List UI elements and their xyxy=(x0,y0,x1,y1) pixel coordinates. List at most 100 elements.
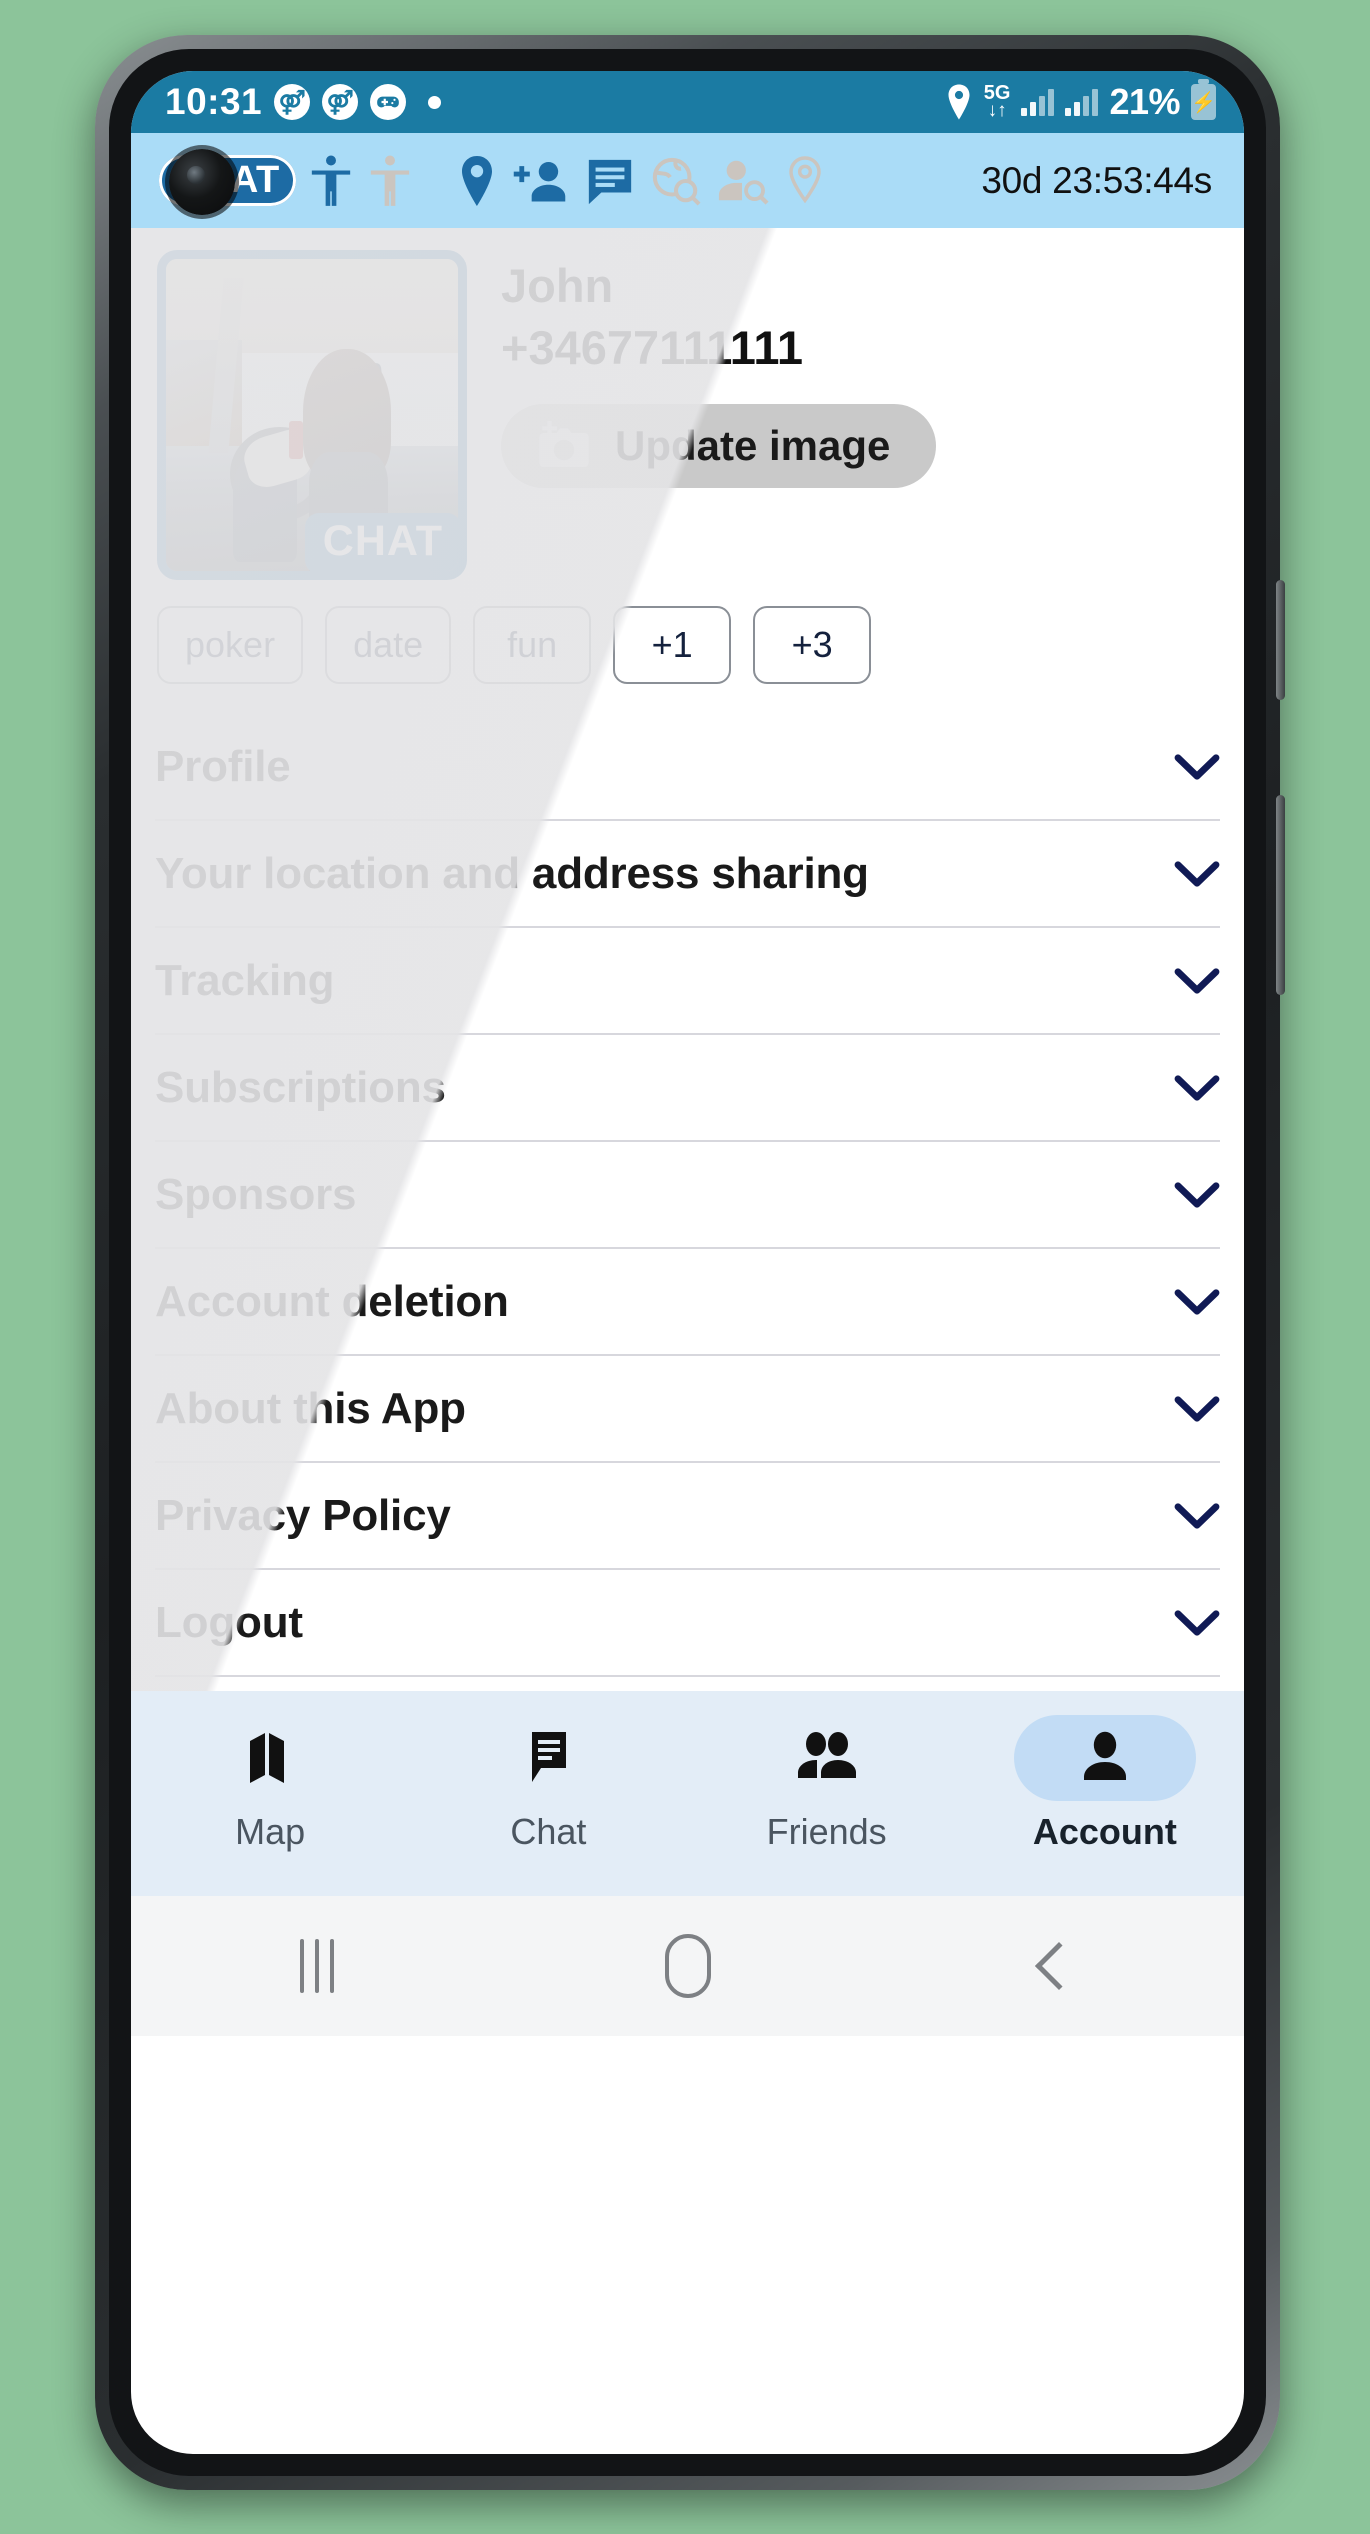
accordion-row-subscriptions[interactable]: Subscriptions xyxy=(155,1035,1220,1142)
status-clock: 10:31 xyxy=(165,81,263,122)
chip-label: poker xyxy=(185,624,276,665)
nav-item-friends[interactable]: Friends xyxy=(688,1715,966,1853)
accordion-label: Profile xyxy=(155,741,291,791)
location-pin-icon[interactable] xyxy=(457,155,497,207)
update-image-button[interactable]: Update image xyxy=(501,403,937,488)
map-icon xyxy=(244,1730,296,1786)
accordion-row-logout[interactable]: Logout xyxy=(155,1570,1220,1677)
chip-label: date xyxy=(353,624,424,665)
chevron-down-icon[interactable] xyxy=(1174,1288,1220,1316)
status-bar: 10:31 ⚤ ⚤ 5G ↓↑ 21% ⚡ xyxy=(131,71,1244,133)
globe-search-icon[interactable] xyxy=(651,156,701,206)
profile-header: CHAT John +34677111111 Update image xyxy=(131,228,1244,580)
signal-bars-icon xyxy=(1065,88,1099,116)
accessibility-badge-icon: ⚤ xyxy=(274,84,311,120)
chevron-down-icon[interactable] xyxy=(1174,967,1220,995)
chip-poker[interactable]: poker xyxy=(157,606,304,684)
toolbar-visibility-icons xyxy=(308,153,413,209)
interest-chips: poker date fun +1 +3 xyxy=(131,580,1244,684)
nav-label: Account xyxy=(1032,1811,1177,1852)
phone-bezel: 10:31 ⚤ ⚤ 5G ↓↑ 21% ⚡ 30d 23:53:44s CHAT… xyxy=(109,49,1266,2476)
accordion-row-location-sharing[interactable]: Your location and address sharing xyxy=(155,821,1220,928)
accordion-label: Tracking xyxy=(155,955,335,1005)
chevron-down-icon[interactable] xyxy=(1174,1395,1220,1423)
chip-date[interactable]: date xyxy=(325,606,452,684)
avatar[interactable]: CHAT xyxy=(157,250,467,580)
person-visible-active-icon[interactable] xyxy=(308,153,354,209)
profile-details: John +34677111111 Update image xyxy=(501,250,1218,580)
nav-label: Friends xyxy=(766,1811,887,1852)
accessibility-badge-icon: ⚤ xyxy=(322,84,359,120)
back-button[interactable] xyxy=(873,1941,1244,1991)
pin-search-icon[interactable] xyxy=(785,155,825,207)
back-icon xyxy=(1034,1941,1083,1991)
battery-charging-icon: ⚡ xyxy=(1191,79,1216,120)
chevron-down-icon[interactable] xyxy=(1174,1074,1220,1102)
nav-pill xyxy=(736,1715,918,1801)
chip-more-1[interactable]: +1 xyxy=(613,606,732,684)
accordion-row-tracking[interactable]: Tracking xyxy=(155,928,1220,1035)
accordion-row-about[interactable]: About this App xyxy=(155,1356,1220,1463)
android-navigation-bar xyxy=(131,1896,1244,2036)
chip-label: fun xyxy=(507,624,558,665)
accordion-label: Subscriptions xyxy=(155,1062,446,1112)
status-bar-left: 10:31 ⚤ ⚤ xyxy=(165,81,442,123)
account-content: CHAT John +34677111111 Update image poke… xyxy=(131,228,1244,1691)
update-image-label: Update image xyxy=(615,421,891,469)
nav-pill xyxy=(457,1715,639,1801)
dot-indicator xyxy=(428,95,442,109)
front-camera-icon xyxy=(169,149,235,215)
settings-accordion: Profile Your location and address sharin… xyxy=(131,684,1244,1677)
nav-item-account[interactable]: Account xyxy=(966,1715,1244,1853)
status-bar-right: 5G ↓↑ 21% ⚡ xyxy=(945,79,1216,123)
chip-more-3[interactable]: +3 xyxy=(753,606,872,684)
home-button[interactable] xyxy=(502,1934,873,1998)
app-toolbar: CHAT xyxy=(131,133,1244,228)
chip-label: +3 xyxy=(791,624,833,665)
chevron-down-icon[interactable] xyxy=(1174,753,1220,781)
accordion-label: Account deletion xyxy=(155,1276,509,1326)
accordion-row-sponsors[interactable]: Sponsors xyxy=(155,1142,1220,1249)
network-type-indicator: 5G ↓↑ xyxy=(983,82,1011,122)
chevron-down-icon[interactable] xyxy=(1174,1181,1220,1209)
accordion-row-privacy-policy[interactable]: Privacy Policy xyxy=(155,1463,1220,1570)
chip-fun[interactable]: fun xyxy=(473,606,592,684)
power-button[interactable] xyxy=(1276,580,1285,700)
nav-pill xyxy=(179,1715,361,1801)
accordion-label: Logout xyxy=(155,1597,303,1647)
chevron-down-icon[interactable] xyxy=(1174,1609,1220,1637)
location-pin-icon xyxy=(945,84,973,120)
person-invisible-icon[interactable] xyxy=(367,153,413,209)
game-controller-icon xyxy=(370,84,407,120)
chip-label: +1 xyxy=(651,624,693,665)
chat-icon xyxy=(522,1730,574,1786)
profile-phone: +34677111111 xyxy=(501,321,804,375)
phone-screen: 10:31 ⚤ ⚤ 5G ↓↑ 21% ⚡ 30d 23:53:44s CHAT… xyxy=(131,71,1244,2454)
nav-label: Chat xyxy=(510,1811,587,1852)
account-icon xyxy=(1078,1730,1132,1786)
accordion-label: Sponsors xyxy=(155,1169,357,1219)
bottom-navigation: Map Chat Friends Account xyxy=(131,1691,1244,1896)
chevron-down-icon[interactable] xyxy=(1174,860,1220,888)
add-person-icon[interactable] xyxy=(513,157,569,205)
nav-item-chat[interactable]: Chat xyxy=(409,1715,687,1853)
accordion-row-account-deletion[interactable]: Account deletion xyxy=(155,1249,1220,1356)
toolbar-action-icons xyxy=(457,155,825,207)
battery-percent: 21% xyxy=(1109,81,1180,122)
accordion-label: About this App xyxy=(155,1383,466,1433)
nav-item-map[interactable]: Map xyxy=(131,1715,409,1853)
countdown-timer: 30d 23:53:44s xyxy=(981,159,1212,201)
accordion-row-profile[interactable]: Profile xyxy=(155,714,1220,821)
profile-name: John xyxy=(501,259,614,312)
avatar-chat-badge: CHAT xyxy=(304,513,458,571)
chevron-down-icon[interactable] xyxy=(1174,1502,1220,1530)
recents-icon xyxy=(299,1939,334,1993)
friends-icon xyxy=(796,1730,858,1786)
chat-bubble-icon[interactable] xyxy=(585,157,635,205)
volume-button[interactable] xyxy=(1276,795,1285,995)
recents-button[interactable] xyxy=(131,1939,502,1993)
accordion-label: Your location and address sharing xyxy=(155,848,869,898)
signal-bars-icon xyxy=(1021,88,1055,116)
person-search-icon[interactable] xyxy=(717,157,769,205)
nav-pill-active xyxy=(1013,1715,1196,1801)
